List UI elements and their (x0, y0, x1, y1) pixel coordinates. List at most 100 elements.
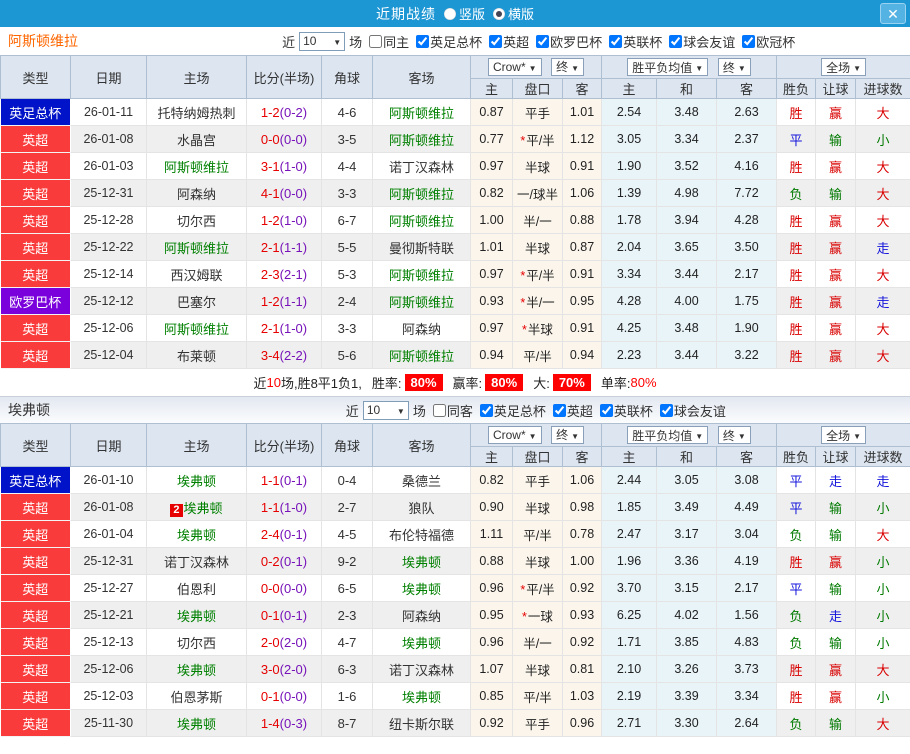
odds-final-select[interactable]: 终 (551, 57, 585, 76)
fulltime-score: 2-3 (260, 266, 280, 282)
results-table: 类型 日期 主场 比分(半场) 角球 客场 Crow* 终 胜平负均值 终 (0, 55, 910, 369)
col-header-let-goal: 让球 (815, 78, 857, 99)
cell-result-goals: 小 (855, 628, 910, 656)
cell-avg-away: 2.63 (716, 98, 778, 126)
horizontal-layout-radio[interactable]: 横版 (493, 4, 534, 23)
competition-filter-checkbox[interactable] (609, 34, 623, 48)
cell-away-team: 阿斯顿维拉 (372, 287, 471, 315)
cell-result-goals: 大 (855, 341, 910, 369)
competition-filter[interactable]: 英联杯 (604, 32, 662, 51)
fulltime-score: 3-4 (260, 347, 280, 363)
avg-odds-select[interactable]: 胜平负均值 (627, 58, 709, 76)
competition-filter-checkbox[interactable] (742, 34, 756, 48)
cell-corners: 1-6 (321, 682, 373, 710)
col-header-type: 类型 (0, 55, 71, 99)
scope-select[interactable]: 全场 (821, 58, 866, 76)
cell-competition: 英超 (0, 520, 71, 548)
cell-handicap: 半球 (512, 547, 563, 575)
cell-date: 25-12-13 (70, 628, 147, 656)
competition-filter[interactable]: 英足总杯 (411, 32, 482, 51)
cell-handicap: 半球 (512, 233, 563, 261)
cell-avg-draw: 3.26 (656, 655, 718, 683)
odds-source-select[interactable]: Crow* (487, 58, 542, 77)
competition-filter[interactable]: 英超 (484, 32, 529, 51)
odds-source-select[interactable]: Crow* (487, 426, 542, 445)
match-count-select[interactable]: 10 (362, 400, 409, 420)
halftime-score: (0-2) (279, 104, 308, 120)
halftime-score: (0-0) (279, 131, 308, 147)
col-header-handicap: 盘口 (512, 78, 563, 99)
same-venue-filter[interactable]: 同主 (364, 32, 409, 51)
halftime-score: (1-0) (279, 158, 308, 174)
same-venue-filter-checkbox[interactable] (369, 34, 383, 48)
near-label: 近 (345, 403, 359, 419)
away-team-name: 诺丁汉森林 (388, 159, 454, 175)
filters: 近 10 场 同主 英足总杯 英超 欧罗巴杯 英联杯 球会友谊 欧冠杯 (282, 27, 795, 55)
competition-filter-label: 英超 (566, 403, 593, 419)
avg-final-select[interactable]: 终 (717, 426, 751, 444)
cell-score: 2-0(2-0) (246, 628, 322, 656)
scope-select[interactable]: 全场 (821, 426, 866, 444)
avg-final-select[interactable]: 终 (717, 58, 751, 76)
match-count-select[interactable]: 10 (299, 31, 346, 51)
avg-odds-select[interactable]: 胜平负均值 (627, 426, 709, 444)
cell-handicap: 平/半 (512, 682, 563, 710)
cell-result-handicap: 赢 (815, 206, 857, 234)
same-venue-filter[interactable]: 同客 (428, 401, 473, 420)
competition-filter[interactable]: 英联杯 (595, 401, 653, 420)
competition-filter-checkbox[interactable] (479, 403, 493, 417)
competition-filter-checkbox[interactable] (489, 34, 503, 48)
cell-home-team: 2 埃弗顿 (146, 493, 247, 521)
handicap-value: 平/半 (523, 528, 552, 543)
scope-header-cell: 全场 (776, 423, 910, 447)
cell-date: 25-12-31 (70, 547, 147, 575)
away-team-name: 阿斯顿维拉 (388, 294, 454, 310)
cell-avg-draw: 3.15 (656, 574, 718, 602)
cell-away-team: 阿斯顿维拉 (372, 98, 471, 126)
vertical-layout-radio[interactable]: 竖版 (443, 4, 485, 23)
cell-avg-draw: 4.98 (656, 179, 718, 207)
cell-away-team: 阿斯顿维拉 (372, 341, 471, 369)
cell-score: 2-1(1-1) (246, 233, 322, 261)
competition-filter-checkbox[interactable] (669, 34, 683, 48)
competition-filter-checkbox[interactable] (416, 34, 430, 48)
fulltime-score: 2-1 (260, 320, 280, 336)
competition-filter-checkbox[interactable] (599, 403, 613, 417)
cell-home-odds: 0.88 (470, 547, 513, 575)
col-header-away: 客场 (372, 423, 471, 467)
competition-filter[interactable]: 欧冠杯 (737, 32, 795, 51)
away-team-name: 曼彻斯特联 (388, 240, 454, 256)
col-header-avg-home: 主 (601, 78, 658, 99)
competition-filter-checkbox[interactable] (659, 403, 673, 417)
handicap-value: 平手 (524, 717, 550, 732)
col-header-odds-away: 客 (561, 78, 603, 99)
cell-avg-home: 1.85 (601, 493, 658, 521)
handicap-value: 平手 (524, 106, 550, 121)
cell-avg-draw: 3.17 (656, 520, 718, 548)
competition-filter[interactable]: 英足总杯 (475, 401, 546, 420)
home-team-name: 阿森纳 (176, 186, 216, 202)
competition-filter[interactable]: 球会友谊 (655, 401, 726, 420)
cell-corners: 6-3 (321, 655, 373, 683)
match-row: 英超 25-12-22 阿斯顿维拉 2-1(1-1) 5-5 曼彻斯特联 1.01 半球 0.8… (0, 233, 910, 261)
competition-filter-checkbox[interactable] (552, 403, 566, 417)
cell-result-handicap: 赢 (815, 547, 857, 575)
cell-result-wdl: 胜 (776, 655, 817, 683)
competition-filter-checkbox[interactable] (536, 34, 550, 48)
cell-home-odds: 1.07 (470, 655, 513, 683)
same-venue-filter-checkbox[interactable] (432, 403, 446, 417)
competition-filter[interactable]: 英超 (548, 401, 593, 420)
cell-result-goals: 大 (855, 314, 910, 342)
col-header-avg-away: 客 (716, 78, 778, 99)
cell-date: 25-12-28 (70, 206, 147, 234)
chevron-down-icon (692, 428, 703, 442)
close-button[interactable]: ✕ (880, 3, 906, 24)
odds-final-select[interactable]: 终 (551, 425, 585, 444)
handicap-value: 一球 (527, 609, 553, 624)
competition-filter[interactable]: 球会友谊 (664, 32, 735, 51)
cell-result-handicap: 赢 (815, 98, 857, 126)
competition-filter[interactable]: 欧罗巴杯 (531, 32, 602, 51)
away-team-name: 阿斯顿维拉 (388, 213, 454, 229)
cell-competition: 英足总杯 (0, 466, 71, 494)
col-header-avg-draw: 和 (656, 78, 718, 99)
